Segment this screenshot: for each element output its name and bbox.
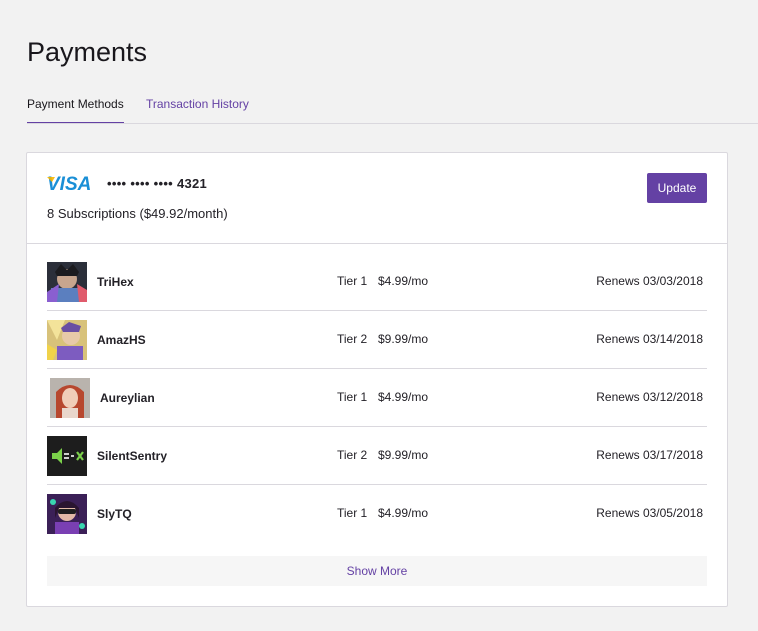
update-button[interactable]: Update [647, 173, 707, 203]
payment-method-card: VISA •••• •••• •••• 4321 8 Subscriptions… [26, 152, 728, 607]
page-title: Payments [27, 37, 148, 67]
show-more-button[interactable]: Show More [47, 556, 707, 586]
tier-label: Tier 1 [337, 390, 368, 404]
renew-date: Renews 03/14/2018 [596, 332, 703, 346]
price-label: $9.99/mo [378, 448, 429, 462]
renew-date: Renews 03/05/2018 [596, 506, 703, 520]
tab-payment-methods[interactable]: Payment Methods [27, 94, 124, 123]
subscriptions-summary: 8 Subscriptions ($49.92/month) [47, 206, 228, 221]
renew-date: Renews 03/17/2018 [596, 448, 703, 462]
subscription-row: Aureylian Tier 1 $4.99/mo Renews 03/12/2… [47, 369, 707, 427]
tier-label: Tier 2 [337, 332, 368, 346]
subscription-list: TriHex Tier 1 $4.99/mo Renews 03/03/2018… [47, 253, 707, 542]
tier-label: Tier 2 [337, 448, 368, 462]
subscription-row: SilentSentry Tier 2 $9.99/mo Renews 03/1… [47, 427, 707, 485]
trihex-avatar-icon[interactable] [47, 262, 87, 302]
silentsentry-avatar-icon[interactable] [47, 436, 87, 476]
masked-card-number: •••• •••• •••• 4321 [107, 176, 208, 191]
subscription-row: SlyTQ Tier 1 $4.99/mo Renews 03/05/2018 [47, 485, 707, 542]
channel-name[interactable]: AmazHS [97, 333, 146, 347]
card-header: VISA •••• •••• •••• 4321 8 Subscriptions… [27, 153, 727, 244]
amazhs-avatar-icon[interactable] [47, 320, 87, 360]
subscription-row: TriHex Tier 1 $4.99/mo Renews 03/03/2018 [47, 253, 707, 311]
price-label: $9.99/mo [378, 332, 429, 346]
aureylian-avatar-icon[interactable] [50, 378, 90, 418]
channel-name[interactable]: TriHex [97, 275, 134, 289]
tier-label: Tier 1 [337, 506, 368, 520]
visa-logo-icon: VISA [47, 174, 91, 192]
renew-date: Renews 03/03/2018 [596, 274, 703, 288]
channel-name[interactable]: SilentSentry [97, 449, 167, 463]
slytq-avatar-icon[interactable] [47, 494, 87, 534]
payments-tabs: Payment Methods Transaction History [27, 94, 758, 124]
svg-text:VISA: VISA [47, 174, 91, 192]
channel-name[interactable]: Aureylian [100, 391, 155, 405]
subscription-row: AmazHS Tier 2 $9.99/mo Renews 03/14/2018 [47, 311, 707, 369]
price-label: $4.99/mo [378, 506, 429, 520]
price-label: $4.99/mo [378, 274, 429, 288]
tier-label: Tier 1 [337, 274, 368, 288]
tab-transaction-history[interactable]: Transaction History [146, 94, 249, 122]
price-label: $4.99/mo [378, 390, 429, 404]
renew-date: Renews 03/12/2018 [596, 390, 703, 404]
channel-name[interactable]: SlyTQ [97, 507, 132, 521]
